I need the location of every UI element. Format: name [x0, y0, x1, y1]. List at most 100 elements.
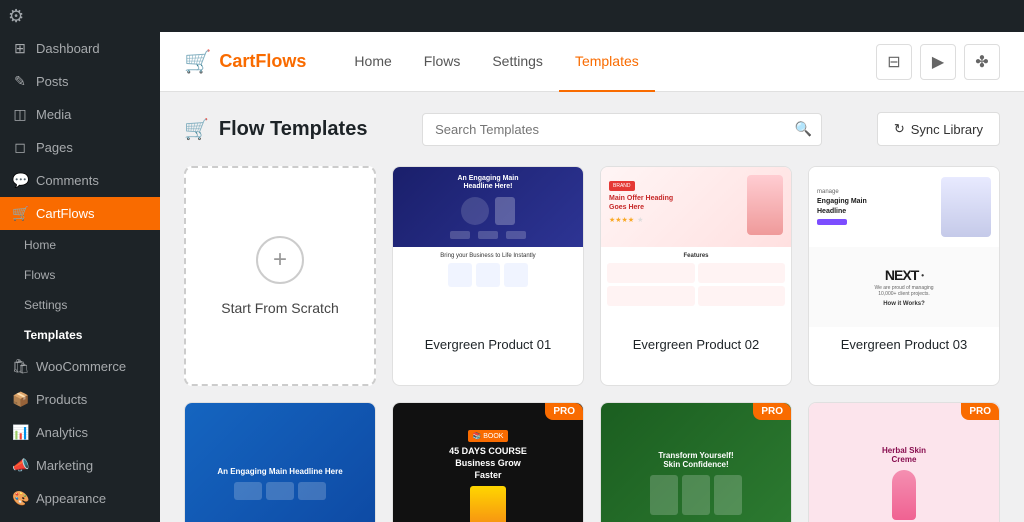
- products-icon: 📦: [12, 391, 28, 408]
- search-button[interactable]: 🔍: [795, 121, 812, 138]
- card-preview-6: Transform Yourself!Skin Confidence!: [601, 403, 791, 522]
- sidebar-item-label: Products: [36, 392, 87, 407]
- appearance-icon: 🎨: [12, 490, 28, 507]
- video-button[interactable]: ▶: [920, 44, 956, 80]
- nav-templates[interactable]: Templates: [559, 32, 655, 92]
- sync-library-button[interactable]: ↻ Sync Library: [877, 112, 1000, 146]
- analytics-icon: 📊: [12, 424, 28, 441]
- sync-label: Sync Library: [911, 122, 983, 137]
- search-input[interactable]: [422, 113, 822, 146]
- woocommerce-icon: 🛍: [12, 358, 28, 375]
- sidebar-item-label: Marketing: [36, 458, 93, 473]
- sidebar-item-appearance[interactable]: 🎨 Appearance: [0, 482, 160, 515]
- templates-grid: + Start From Scratch An Engaging MainHea…: [184, 166, 1000, 386]
- sidebar-item-label: Dashboard: [36, 41, 100, 56]
- page-header: 🛒 Flow Templates 🔍 ↻ Sync Library: [184, 112, 1000, 146]
- sidebar-item-label: Pages: [36, 140, 73, 155]
- video-icon: ▶: [932, 52, 944, 72]
- sidebar-subitem-label: Flows: [24, 268, 55, 282]
- sidebar-item-media[interactable]: ◫ Media: [0, 98, 160, 131]
- card-preview-1: An Engaging MainHeadline Here!: [393, 167, 583, 327]
- nav-settings[interactable]: Settings: [476, 32, 559, 92]
- admin-bar: ⚙: [0, 0, 1024, 32]
- main-content: 🛒 CartFlows Home Flows Settings Template…: [160, 32, 1024, 522]
- template-card-3[interactable]: manage Engaging MainHeadline NEXT •: [808, 166, 1000, 386]
- posts-icon: ✎: [12, 73, 28, 90]
- card-preview-7: Herbal SkinCreme: [809, 403, 999, 522]
- card-label-2: Evergreen Product 02: [601, 327, 791, 362]
- scratch-label: Start From Scratch: [221, 300, 338, 316]
- brand-name: CartFlows: [219, 51, 306, 72]
- sidebar-item-dashboard[interactable]: ⊞ Dashboard: [0, 32, 160, 65]
- sidebar-item-label: WooCommerce: [36, 359, 126, 374]
- page-title-wrap: 🛒 Flow Templates: [184, 117, 367, 142]
- add-icon: +: [256, 236, 304, 284]
- pro-badge-7: PRO: [961, 403, 999, 420]
- view-icon: ⊟: [887, 52, 900, 72]
- sidebar-item-label: Analytics: [36, 425, 88, 440]
- sync-icon: ↻: [894, 121, 905, 137]
- template-card-2[interactable]: BRAND Main Offer HeadingGoes Here ★★★★★ …: [600, 166, 792, 386]
- sidebar-item-plugins[interactable]: 🔌 Plugins: [0, 515, 160, 522]
- card-label-1: Evergreen Product 01: [393, 327, 583, 362]
- sidebar-subitem-label: Settings: [24, 298, 67, 312]
- brand: 🛒 CartFlows: [184, 49, 306, 75]
- comments-icon: 💬: [12, 172, 28, 189]
- sidebar-item-label: CartFlows: [36, 206, 95, 221]
- search-wrap: 🔍: [422, 113, 822, 146]
- dashboard-icon: ⊞: [12, 40, 28, 57]
- sidebar-subitem-settings[interactable]: Settings: [0, 290, 160, 320]
- nav-home[interactable]: Home: [338, 32, 407, 92]
- sidebar-item-comments[interactable]: 💬 Comments: [0, 164, 160, 197]
- brand-icon: 🛒: [184, 49, 211, 75]
- sidebar-item-products[interactable]: 📦 Products: [0, 383, 160, 416]
- sidebar-item-analytics[interactable]: 📊 Analytics: [0, 416, 160, 449]
- sidebar: ⊞ Dashboard ✎ Posts ◫ Media ◻ Pages 💬 Co…: [0, 32, 160, 522]
- scratch-card[interactable]: + Start From Scratch: [184, 166, 376, 386]
- marketing-icon: 📣: [12, 457, 28, 474]
- pages-icon: ◻: [12, 139, 28, 156]
- template-card-6[interactable]: PRO Transform Yourself!Skin Confidence! …: [600, 402, 792, 522]
- view-toggle-button[interactable]: ⊟: [876, 44, 912, 80]
- sidebar-subitem-label: Home: [24, 238, 56, 252]
- card-label-3: Evergreen Product 03: [809, 327, 999, 362]
- template-card-4[interactable]: An Engaging Main Headline Here Course Te…: [184, 402, 376, 522]
- sidebar-subitem-home[interactable]: Home: [0, 230, 160, 260]
- template-card-7[interactable]: PRO Herbal SkinCreme Herbal Skin Creme: [808, 402, 1000, 522]
- nav-links: Home Flows Settings Templates: [338, 32, 654, 92]
- sidebar-item-marketing[interactable]: 📣 Marketing: [0, 449, 160, 482]
- search-icon: 🔍: [795, 121, 812, 137]
- sidebar-subitem-label: Templates: [24, 328, 82, 342]
- sidebar-item-label: Posts: [36, 74, 69, 89]
- cartflows-submenu: Home Flows Settings Templates: [0, 230, 160, 350]
- templates-grid-row2: An Engaging Main Headline Here Course Te…: [184, 402, 1000, 522]
- cartflows-icon: 🛒: [12, 205, 28, 222]
- card-preview-2: BRAND Main Offer HeadingGoes Here ★★★★★ …: [601, 167, 791, 327]
- nav-actions: ⊟ ▶ ✤: [876, 44, 1000, 80]
- pro-badge-6: PRO: [753, 403, 791, 420]
- sidebar-item-pages[interactable]: ◻ Pages: [0, 131, 160, 164]
- sidebar-item-label: Appearance: [36, 491, 106, 506]
- sidebar-item-woocommerce[interactable]: 🛍 WooCommerce: [0, 350, 160, 383]
- pro-badge-5: PRO: [545, 403, 583, 420]
- nav-flows[interactable]: Flows: [408, 32, 477, 92]
- settings-button[interactable]: ✤: [964, 44, 1000, 80]
- template-card-1[interactable]: An Engaging MainHeadline Here!: [392, 166, 584, 386]
- template-card-5[interactable]: PRO 📚 BOOK 45 DAYS COURSEBusiness GrowFa…: [392, 402, 584, 522]
- sidebar-item-label: Media: [36, 107, 71, 122]
- sidebar-item-posts[interactable]: ✎ Posts: [0, 65, 160, 98]
- card-preview-5: 📚 BOOK 45 DAYS COURSEBusiness GrowFaster: [393, 403, 583, 522]
- media-icon: ◫: [12, 106, 28, 123]
- card-preview-4: An Engaging Main Headline Here: [185, 403, 375, 522]
- page-title: Flow Templates: [219, 118, 368, 141]
- sidebar-item-label: Comments: [36, 173, 99, 188]
- sidebar-subitem-flows[interactable]: Flows: [0, 260, 160, 290]
- top-navigation: 🛒 CartFlows Home Flows Settings Template…: [160, 32, 1024, 92]
- gear-icon: ✤: [975, 52, 988, 72]
- sidebar-item-cartflows[interactable]: 🛒 CartFlows: [0, 197, 160, 230]
- sidebar-subitem-templates[interactable]: Templates: [0, 320, 160, 350]
- content-area: 🛒 Flow Templates 🔍 ↻ Sync Library +: [160, 92, 1024, 522]
- wp-logo-icon: ⚙: [8, 6, 24, 27]
- page-title-icon: 🛒: [184, 117, 209, 142]
- card-preview-3: manage Engaging MainHeadline NEXT •: [809, 167, 999, 327]
